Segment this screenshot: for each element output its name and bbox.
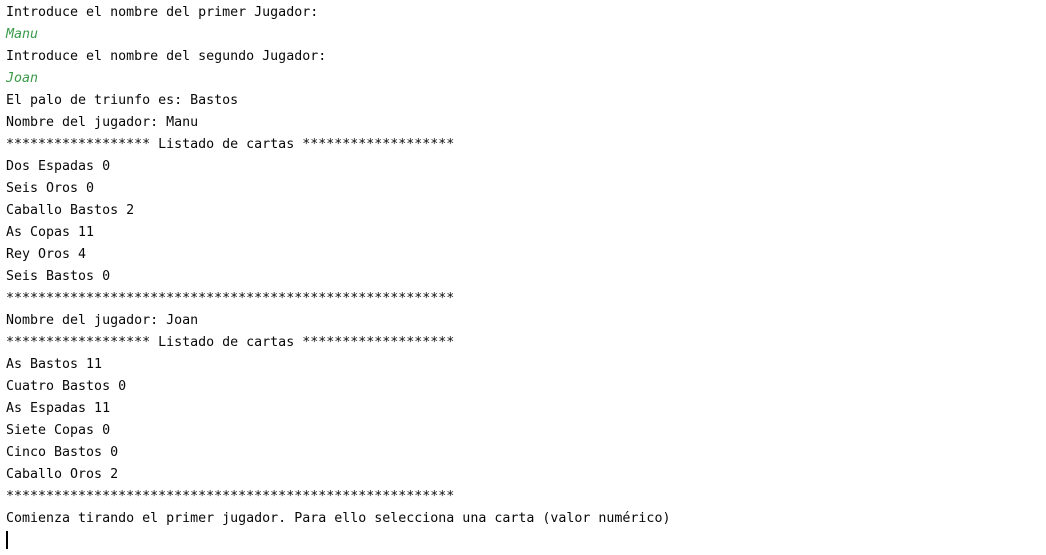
console-output-line: Introduce el nombre del primer Jugador: [6,5,319,20]
console-output-line: Comienza tirando el primer jugador. Para… [6,511,671,526]
console-output-line: ****************************************… [6,291,455,306]
console-output-line: As Bastos 11 [6,357,103,372]
console-output-line: Cinco Bastos 0 [6,445,119,460]
console-output-line: Dos Espadas 0 [6,159,111,174]
console-output-line: Rey Oros 4 [6,247,87,262]
console-input-line: Joan [6,71,39,86]
console-output-line: Siete Copas 0 [6,423,111,438]
console-output-line: Caballo Bastos 2 [6,203,135,218]
console-output-line: As Copas 11 [6,225,95,240]
console-output-line: As Espadas 11 [6,401,111,416]
console-output-line: ****************** Listado de cartas ***… [6,137,455,152]
console-output-line: Seis Bastos 0 [6,269,111,284]
console-output-line: Caballo Oros 2 [6,467,119,482]
console-output-line: Seis Oros 0 [6,181,95,196]
console-output-line: ****************************************… [6,489,455,504]
console-input-line: Manu [6,27,39,42]
console-output-line: Nombre del jugador: Manu [6,115,199,130]
console-output[interactable]: Introduce el nombre del primer Jugador: M… [6,2,670,530]
console-output-line: Nombre del jugador: Joan [6,313,199,328]
console-output-line: ****************** Listado de cartas ***… [6,335,455,350]
console-output-line: Cuatro Bastos 0 [6,379,127,394]
text-caret[interactable] [6,531,8,549]
console-output-line: Introduce el nombre del segundo Jugador: [6,49,327,64]
console-output-line: El palo de triunfo es: Bastos [6,93,239,108]
